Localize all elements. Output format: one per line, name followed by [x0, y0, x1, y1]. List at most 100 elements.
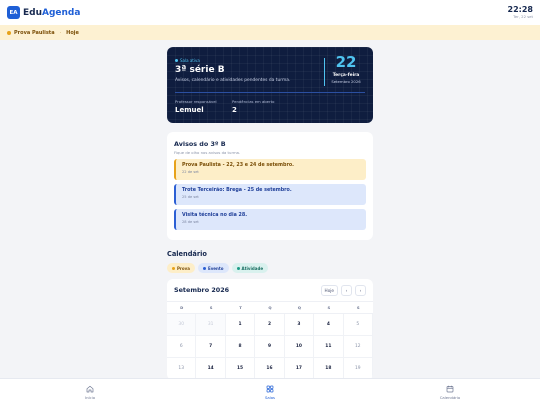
- legend-chip-atividade[interactable]: Atividade: [231, 263, 269, 273]
- clock-time: 22:28: [507, 5, 533, 15]
- home-icon: [86, 385, 94, 392]
- calendar-day[interactable]: 8: [225, 336, 256, 358]
- weekday-header: S: [343, 302, 373, 314]
- bottom-tab-bar: Início Salas Calendário: [0, 378, 540, 405]
- calendar-day[interactable]: 16: [255, 358, 285, 380]
- legend-chip-evento[interactable]: Evento: [197, 263, 229, 273]
- prev-month-button[interactable]: ‹: [341, 284, 352, 296]
- chevron-right-icon: ›: [359, 287, 362, 293]
- pending-info: Pendências em aberto 2: [232, 99, 274, 114]
- calendar-day[interactable]: 10: [284, 336, 315, 358]
- evento-dot-icon: [202, 266, 206, 270]
- notice-date: 28 de set: [182, 220, 199, 224]
- banner-separator: ·: [59, 29, 62, 36]
- notice-title: Visita técnica no dia 28.: [182, 213, 248, 218]
- brand[interactable]: EA EduAgenda: [7, 6, 80, 19]
- class-subtitle: Avisos, calendário e atividades pendente…: [175, 78, 291, 83]
- prova-dot-icon: [172, 266, 175, 270]
- teacher-info: Professor responsável Lemuel: [175, 99, 217, 114]
- calendar-icon: [446, 385, 454, 392]
- app-name: EduAgenda: [23, 8, 80, 18]
- calendar-month: Setembro 2026: [174, 286, 230, 294]
- today-button[interactable]: Hoje: [320, 284, 338, 296]
- active-room-tag: Sala ativa: [175, 58, 200, 63]
- teacher-name: Lemuel: [175, 106, 204, 114]
- weekday-header: D: [167, 302, 197, 314]
- teacher-label: Professor responsável: [175, 99, 217, 104]
- calendar-day[interactable]: 15: [225, 358, 256, 380]
- notice-date: 25 de set: [182, 195, 199, 199]
- calendar-day[interactable]: 12: [343, 336, 373, 358]
- banner-when: Hoje: [66, 29, 79, 36]
- calendar-day[interactable]: 7: [196, 336, 226, 358]
- notice-date: 22 de set: [182, 170, 199, 174]
- clock-date: Ter, 22 set: [513, 14, 533, 20]
- pending-label: Pendências em aberto: [232, 99, 275, 104]
- tab-salas[interactable]: Salas: [180, 379, 360, 405]
- calendar-day[interactable]: 13: [167, 358, 197, 380]
- atividade-dot-icon: [236, 266, 240, 270]
- class-name: 3ª série B: [175, 65, 225, 75]
- active-room-label: Sala ativa: [180, 58, 200, 63]
- next-month-button[interactable]: ›: [355, 284, 366, 296]
- app-name-part1: Edu: [23, 7, 42, 18]
- calendar-legend: Prova Evento Atividade: [167, 263, 373, 273]
- banner-event: Prova Paulista: [14, 29, 55, 36]
- today-block: 22 Terça-feira Setembro 2026: [326, 53, 366, 85]
- today-month-year: Setembro 2026: [331, 79, 361, 84]
- notice-title: Prova Paulista - 22, 23 e 24 de setembro…: [182, 163, 294, 168]
- tab-label: Salas: [264, 394, 276, 400]
- calendar-grid: D S T Q Q S S 30 31 1 2 3 4 5 6 7 8 9 10 11 12 13 14 15 16 17 18 19: [167, 301, 373, 380]
- notices-card: Avisos do 3º B Fique de olho nos avisos …: [167, 132, 373, 240]
- calendar-day[interactable]: 30: [167, 314, 197, 336]
- event-dot-icon: [7, 30, 11, 35]
- hero-separator: [175, 92, 365, 93]
- tab-inicio[interactable]: Início: [0, 379, 180, 405]
- notice-item[interactable]: Prova Paulista - 22, 23 e 24 de setembro…: [174, 159, 366, 180]
- legend-chip-prova[interactable]: Prova: [167, 263, 195, 273]
- calendar-day[interactable]: 18: [314, 358, 344, 380]
- calendar-day[interactable]: 9: [255, 336, 285, 358]
- pending-count: 2: [232, 106, 237, 114]
- calendar-day[interactable]: 5: [343, 314, 373, 336]
- notice-title: Trote Terceirão: Brega - 25 de setembro.: [182, 188, 292, 193]
- top-bar: EA EduAgenda 22:28 Ter, 22 set: [0, 0, 540, 25]
- calendar-day[interactable]: 6: [167, 336, 197, 358]
- legend-label: Evento: [207, 265, 224, 271]
- calendar-day[interactable]: 31: [196, 314, 226, 336]
- weekday-header: Q: [284, 302, 315, 314]
- weekday-header: Q: [255, 302, 285, 314]
- class-hero-card: Sala ativa 3ª série B Avisos, calendário…: [167, 47, 373, 123]
- calendar-day[interactable]: 11: [314, 336, 344, 358]
- calendar-day[interactable]: 19: [343, 358, 373, 380]
- chevron-left-icon: ‹: [345, 287, 348, 293]
- calendar-widget: Setembro 2026 Hoje ‹ › D S T Q Q S S 30 31 1 2 3 4 5 6…: [167, 279, 373, 380]
- calendar-controls: Hoje ‹ ›: [320, 284, 366, 296]
- tab-calendario[interactable]: Calendário: [360, 379, 540, 405]
- weekday-header: S: [196, 302, 226, 314]
- legend-label: Prova: [177, 265, 190, 271]
- tab-label: Calendário: [439, 394, 461, 400]
- main-content: Sala ativa 3ª série B Avisos, calendário…: [167, 47, 373, 380]
- calendar-day[interactable]: 4: [314, 314, 344, 336]
- calendar-day[interactable]: 14: [196, 358, 226, 380]
- app-name-part2: Agenda: [42, 7, 81, 18]
- calendar-day[interactable]: 1: [225, 314, 256, 336]
- today-day-number: 22: [335, 53, 357, 71]
- calendar-day[interactable]: 2: [255, 314, 285, 336]
- clock: 22:28 Ter, 22 set: [508, 6, 533, 19]
- calendar-day[interactable]: 3: [284, 314, 315, 336]
- notice-item[interactable]: Visita técnica no dia 28. 28 de set: [174, 209, 366, 230]
- active-dot-icon: [175, 59, 178, 62]
- notice-item[interactable]: Trote Terceirão: Brega - 25 de setembro.…: [174, 184, 366, 205]
- calendar-day[interactable]: 17: [284, 358, 315, 380]
- calendar-header: Setembro 2026 Hoje ‹ ›: [167, 279, 373, 301]
- notices-title: Avisos do 3º B: [174, 140, 226, 148]
- hero-divider: [324, 58, 325, 86]
- legend-label: Atividade: [241, 265, 264, 271]
- tab-label: Início: [84, 394, 96, 400]
- event-banner[interactable]: Prova Paulista · Hoje: [0, 25, 540, 40]
- grid-icon: [266, 385, 274, 392]
- weekday-header: S: [314, 302, 344, 314]
- weekday-header: T: [225, 302, 256, 314]
